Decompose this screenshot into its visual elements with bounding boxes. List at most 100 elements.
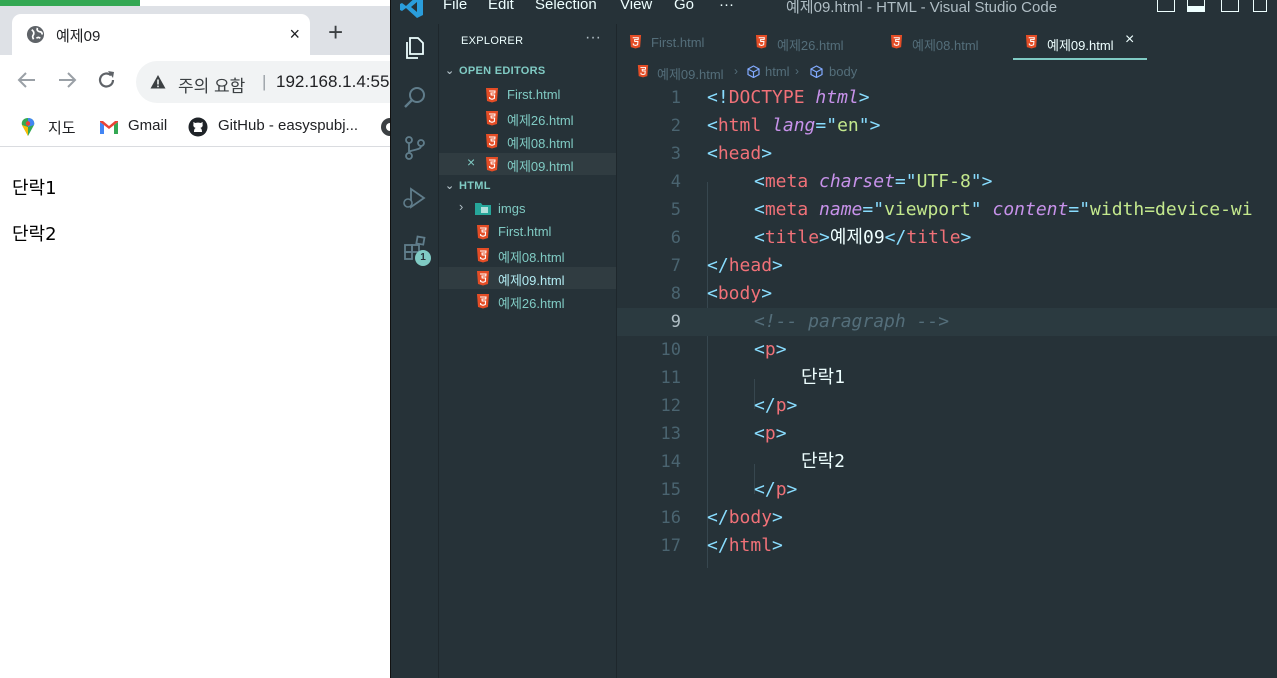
file-item[interactable]: First.html	[439, 221, 616, 243]
open-editor-item-active[interactable]: × 예제09.html	[439, 153, 616, 175]
folder-header-html[interactable]: ⌄ HTML	[445, 179, 491, 192]
new-tab-button[interactable]: +	[328, 19, 343, 45]
file-item-selected[interactable]: 예제09.html	[439, 267, 616, 289]
html5-icon	[486, 88, 498, 103]
explorer-more-icon[interactable]: ···	[585, 29, 601, 47]
code-line[interactable]: 1 <!DOCTYPE html>	[617, 84, 1277, 112]
open-editors-header[interactable]: ⌄ OPEN EDITORS	[445, 64, 546, 77]
editor-tab[interactable]: First.html	[617, 24, 737, 60]
source-control-icon[interactable]	[401, 134, 429, 162]
editor-tab-active[interactable]: 예제09.html ×	[1013, 24, 1147, 60]
editor-tab[interactable]: 예제26.html	[743, 24, 875, 60]
editor-tab[interactable]: 예제08.html	[878, 24, 1010, 60]
chevron-down-icon: ⌄	[445, 180, 455, 192]
code-line[interactable]: 10 <p>	[617, 336, 1277, 364]
toggle-sidebar-icon[interactable]	[1157, 0, 1175, 12]
title-bar: File Edit Selection View Go ··· 예제09.htm…	[391, 0, 1277, 24]
line-number: 8	[670, 284, 681, 304]
page-content: 단락1 단락2	[0, 148, 392, 678]
html5-icon	[486, 134, 498, 149]
menu-file[interactable]: File	[443, 0, 467, 13]
folder-label: imgs	[498, 201, 526, 216]
browser-tab[interactable]: 예제09 ×	[12, 14, 310, 55]
file-label: First.html	[507, 87, 561, 102]
line-number: 10	[660, 340, 681, 360]
toggle-secondary-sidebar-icon[interactable]	[1221, 0, 1239, 12]
line-number: 6	[670, 228, 681, 248]
breadcrumb-html[interactable]: html	[765, 64, 790, 79]
security-status[interactable]: 주의 요함	[178, 72, 245, 97]
code-line[interactable]: 4 <meta charset="UTF-8">	[617, 168, 1277, 196]
reload-icon[interactable]	[96, 69, 118, 91]
run-debug-icon[interactable]	[401, 184, 429, 212]
menu-view[interactable]: View	[620, 0, 652, 13]
symbol-element-icon	[747, 65, 760, 78]
code-area[interactable]: 1 <!DOCTYPE html> 2 <html lang="en"> 3 <hea…	[617, 84, 1277, 678]
code-line[interactable]: 3 <head>	[617, 140, 1277, 168]
code-line[interactable]: 11 단락1	[617, 364, 1277, 392]
chevron-right-icon: ›	[459, 199, 464, 214]
line-number: 9	[670, 312, 681, 332]
editor-tabs: First.html 예제26.html 예제08.html 예제09.html…	[617, 24, 1277, 60]
open-editor-item[interactable]: 예제08.html	[439, 130, 616, 152]
line-text: </body>	[707, 507, 783, 528]
code-line[interactable]: 12 </p>	[617, 392, 1277, 420]
html5-icon	[477, 294, 489, 309]
breadcrumb-file[interactable]: 예제09.html	[657, 64, 724, 83]
line-text: </html>	[707, 535, 783, 556]
code-line[interactable]: 6 <title>예제09</title>	[617, 224, 1277, 252]
line-number: 16	[660, 508, 681, 528]
close-tab-icon[interactable]: ×	[1125, 31, 1134, 49]
line-text: 단락2	[801, 451, 845, 472]
forward-arrow-icon[interactable]	[56, 69, 78, 91]
menu-go[interactable]: Go	[674, 0, 694, 13]
code-line[interactable]: 8 <body>	[617, 280, 1277, 308]
code-line[interactable]: 5 <meta name="viewport" content="width=de…	[617, 196, 1277, 224]
customize-layout-icon[interactable]	[1253, 0, 1267, 12]
line-text: <title>예제09</title>	[754, 227, 972, 248]
address-bar[interactable]: 주의 요함 | 192.168.1.4:5500/	[136, 61, 392, 103]
code-line[interactable]: 16 </body>	[617, 504, 1277, 532]
file-label: 예제08.html	[507, 136, 574, 151]
menu-more[interactable]: ···	[719, 0, 734, 13]
open-editor-item[interactable]: First.html	[439, 84, 616, 106]
breadcrumb-body[interactable]: body	[829, 64, 857, 79]
chevron-down-icon: ⌄	[445, 65, 455, 77]
explorer-icon[interactable]	[401, 34, 429, 62]
code-line[interactable]: 14 단락2	[617, 448, 1277, 476]
back-arrow-icon[interactable]	[16, 69, 38, 91]
menu-selection[interactable]: Selection	[535, 0, 597, 13]
folder-item-imgs[interactable]: › imgs	[439, 198, 616, 220]
menu-edit[interactable]: Edit	[488, 0, 514, 13]
section-label: OPEN EDITORS	[459, 65, 546, 77]
open-editor-item[interactable]: 예제26.html	[439, 107, 616, 129]
code-line[interactable]: 2 <html lang="en">	[617, 112, 1277, 140]
code-line[interactable]: 15 </p>	[617, 476, 1277, 504]
window-title: 예제09.html - HTML - Visual Studio Code	[786, 0, 1058, 16]
line-text: </p>	[754, 395, 798, 416]
tab-close-icon[interactable]: ×	[289, 24, 300, 44]
search-icon[interactable]	[401, 84, 429, 112]
line-text: <!DOCTYPE html>	[707, 87, 870, 108]
url-text[interactable]: 192.168.1.4:5500/	[276, 72, 392, 92]
code-line[interactable]: 17 </html>	[617, 532, 1277, 560]
line-text: <meta name="viewport" content="width=dev…	[754, 199, 1253, 220]
line-number: 12	[660, 396, 681, 416]
close-editor-icon[interactable]: ×	[467, 154, 475, 170]
code-line[interactable]: 7 </head>	[617, 252, 1277, 280]
line-number: 3	[670, 144, 681, 164]
file-item[interactable]: 예제08.html	[439, 244, 616, 266]
warning-icon[interactable]	[150, 74, 166, 90]
code-line[interactable]: 13 <p>	[617, 420, 1277, 448]
code-line-current[interactable]: 9 <!-- paragraph -->	[617, 308, 1277, 336]
html5-icon	[629, 35, 642, 49]
bookmark-label: 지도	[48, 120, 76, 137]
file-label: 예제08.html	[498, 250, 565, 265]
line-number: 17	[660, 536, 681, 556]
file-item[interactable]: 예제26.html	[439, 290, 616, 312]
toggle-panel-icon[interactable]	[1187, 0, 1205, 12]
chevron-right-icon: ›	[795, 64, 799, 78]
tab-label: 예제09.html	[1047, 38, 1114, 53]
editor-group: First.html 예제26.html 예제08.html 예제09.html…	[617, 24, 1277, 678]
html5-icon	[477, 225, 489, 240]
